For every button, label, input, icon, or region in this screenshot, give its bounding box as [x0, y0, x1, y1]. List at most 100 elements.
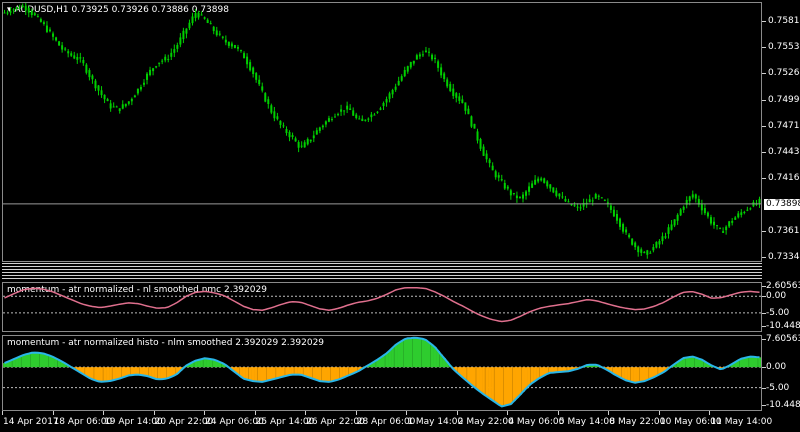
- candle-body: [191, 16, 194, 24]
- candle-body: [606, 202, 609, 204]
- indicator2-scale[interactable]: 7.605630 0.00 -5.00 -10.448124: [762, 334, 800, 411]
- candle-body: [497, 175, 500, 178]
- candle-body: [521, 194, 524, 199]
- candle-body: [79, 57, 82, 59]
- histogram-bar: [488, 367, 492, 399]
- price-pane[interactable]: ▾ AUDUSD,H1 0.73925 0.73926 0.73886 0.73…: [2, 2, 762, 262]
- histogram-bar: [24, 354, 28, 368]
- candle-body: [285, 129, 288, 134]
- candle-body: [385, 99, 388, 103]
- histogram-bar: [157, 367, 161, 380]
- histogram-bar: [688, 357, 692, 368]
- candle-body: [703, 208, 706, 214]
- histogram-bar: [515, 367, 519, 398]
- histogram-bar: [742, 357, 747, 368]
- pane-splitter[interactable]: [2, 278, 762, 279]
- candle-body: [130, 98, 133, 102]
- candle-body: [215, 30, 218, 36]
- candle-body: [588, 199, 591, 203]
- price-scale[interactable]: 0.75814 0.75535 0.75264 0.74990 0.74717 0.744…: [762, 2, 800, 262]
- candle-body: [118, 108, 121, 112]
- candle-body: [537, 178, 540, 182]
- histogram-bar: [324, 367, 328, 382]
- candle-body: [427, 51, 430, 53]
- candle-body: [388, 93, 391, 99]
- candle-body: [470, 116, 473, 127]
- candle-body: [176, 45, 179, 49]
- indicator1-scale[interactable]: 2.6056300.00 -5.00 -10.448124: [762, 281, 800, 332]
- histogram-bar: [288, 367, 292, 375]
- candle-body: [661, 236, 664, 242]
- candle-body: [361, 118, 364, 122]
- candle-body: [379, 108, 382, 110]
- candle-body: [631, 238, 634, 245]
- pane-splitter[interactable]: [2, 275, 762, 276]
- candle-body: [179, 37, 182, 45]
- candle-body: [97, 85, 100, 91]
- histogram-bar: [30, 352, 34, 368]
- candle-body: [334, 116, 337, 118]
- candle-body: [518, 197, 521, 199]
- pane-splitter[interactable]: [2, 272, 762, 273]
- time-tick-label: 4 May 06:00: [508, 417, 565, 427]
- histogram-bar: [388, 350, 392, 368]
- candle-body: [397, 80, 400, 86]
- histogram-bar: [394, 344, 398, 368]
- candle-body: [288, 132, 291, 138]
- candle-body: [167, 58, 170, 60]
- histogram-bar: [297, 367, 301, 375]
- candle-body: [691, 194, 694, 198]
- indicator2-pane[interactable]: momentum - atr normalized histo - nlm sm…: [2, 335, 762, 411]
- indicator-tick-label: 7.605630: [766, 334, 800, 344]
- candle-body: [558, 193, 561, 197]
- candle-body: [443, 73, 446, 79]
- candle-body: [688, 196, 691, 202]
- histogram-bar: [257, 367, 262, 382]
- candle-body: [615, 213, 618, 221]
- indicator-tick-label: 2.605630: [766, 281, 800, 291]
- candle-body: [440, 67, 443, 76]
- candle-body: [561, 196, 564, 198]
- candle-body: [3, 12, 6, 14]
- histogram-bar: [121, 367, 125, 378]
- candle-body: [400, 76, 403, 81]
- candle-body: [437, 61, 440, 68]
- candle-body: [667, 227, 670, 234]
- candle-body: [315, 130, 318, 135]
- candle-body: [185, 28, 188, 34]
- pane-splitter[interactable]: [2, 269, 762, 270]
- histogram-bar: [748, 356, 753, 368]
- candle-body: [152, 68, 155, 72]
- candle-body: [673, 219, 676, 226]
- pane-splitter[interactable]: [2, 266, 762, 267]
- candle-body: [576, 206, 579, 208]
- candle-body: [182, 30, 185, 40]
- candles-svg: [3, 3, 761, 259]
- candle-body: [276, 116, 279, 120]
- histogram-bar: [412, 337, 416, 368]
- candle-body: [546, 181, 549, 187]
- candle-body: [121, 104, 124, 109]
- candle-body: [358, 118, 361, 120]
- candle-body: [603, 199, 606, 201]
- histogram-bar: [642, 367, 647, 382]
- time-axis[interactable]: 14 Apr 2017 18 Apr 06:00 19 Apr 14:00 20 Ap…: [0, 411, 800, 432]
- candle-body: [294, 138, 297, 142]
- candle-body: [252, 67, 255, 74]
- histogram-bar: [39, 353, 43, 368]
- pane-splitter[interactable]: [2, 263, 762, 264]
- candle-body: [73, 55, 76, 59]
- candle-body: [515, 195, 518, 199]
- candle-body: [540, 178, 543, 181]
- histogram-bar: [521, 367, 525, 392]
- candle-body: [15, 7, 18, 9]
- candle-body: [740, 212, 743, 215]
- candle-body: [464, 102, 467, 111]
- indicator1-pane[interactable]: momentum - atr normalized - nl smoothed …: [2, 282, 762, 332]
- candle-body: [373, 114, 376, 116]
- candle-body: [136, 88, 139, 94]
- candle-body: [297, 142, 300, 148]
- candle-body: [734, 217, 737, 220]
- histogram-bar: [266, 367, 271, 381]
- time-tick: [507, 411, 509, 415]
